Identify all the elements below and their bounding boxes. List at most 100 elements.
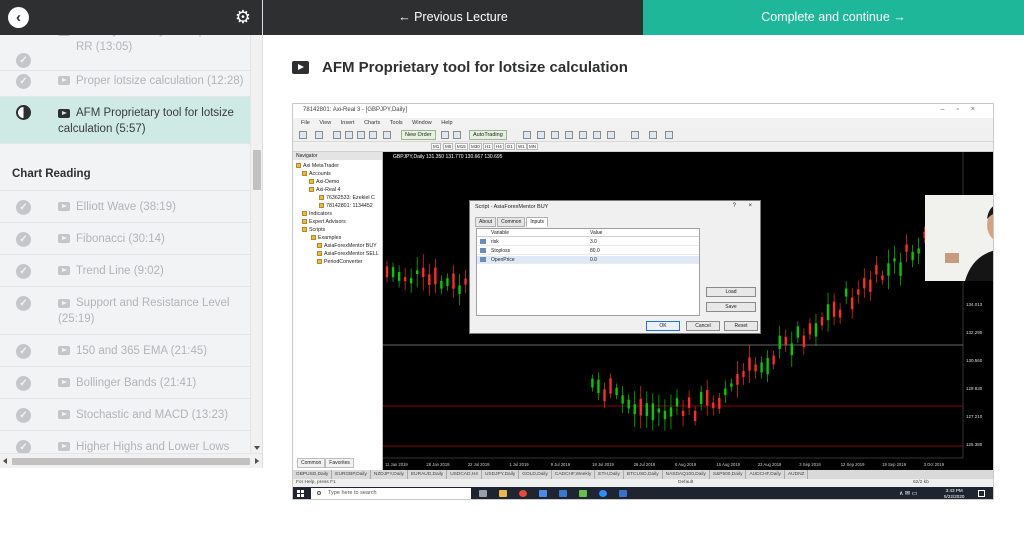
scroll-right-arrow-icon[interactable] [255, 458, 259, 464]
menu-view: View [319, 120, 332, 126]
date-label: 28 Jan 2019 [426, 462, 450, 467]
tab-inputs: Inputs [526, 217, 548, 227]
sidebar-item-ema[interactable]: ✓ 150 and 365 EMA (21:45) [0, 335, 250, 367]
toolbar-icon [357, 131, 365, 139]
date-label: 6 Aug 2019 [675, 462, 697, 467]
symbol-tab: AUDCHF,Daily [746, 470, 785, 479]
sidebar-item-bollinger[interactable]: ✓ Bollinger Bands (21:41) [0, 367, 250, 399]
zoom-icon [599, 490, 607, 497]
symbol-tab: AUDNZ [785, 470, 809, 479]
sidebar-item-proper-lotsize[interactable]: ✓ Proper lotsize calculation (12:28) [0, 65, 250, 97]
save-button: Save [706, 302, 756, 312]
navigator-panel: Navigator Axi MetaTrader Accounts Axi-De… [293, 152, 383, 470]
candle-body [615, 387, 618, 396]
candle-body [675, 398, 679, 407]
status-traffic: 62/2 kb [913, 480, 929, 485]
timeframe-d1: D1 [505, 143, 515, 150]
candle-body [736, 374, 739, 385]
candle-body [766, 357, 769, 375]
metatrader-titlebar: 78142801: Axi-Real 3 - [GBPJPY,Daily] –▫… [293, 104, 993, 118]
window-title: 78142801: Axi-Real 3 - [GBPJPY,Daily] [303, 107, 407, 113]
candle-body [440, 280, 443, 289]
sidebar-vertical-scrollbar[interactable] [250, 35, 262, 453]
previous-lecture-button[interactable]: ← Previous Lecture [263, 0, 643, 35]
candle-body [820, 317, 824, 326]
close-icon: × [748, 203, 752, 209]
sidebar-item-fibonacci[interactable]: ✓ Fibonacci (30:14) [0, 223, 250, 255]
folder-icon [302, 219, 307, 225]
candle-body [409, 278, 413, 284]
complete-label: Complete and continue [761, 10, 890, 24]
play-icon [58, 346, 70, 355]
sidebar-header: ‹ ⚙ [0, 0, 262, 35]
candle-body [645, 403, 648, 417]
scroll-left-arrow-icon[interactable] [3, 458, 7, 464]
sidebar-item-label: Tweak your Entry or Stoploss for RR (13:… [76, 35, 242, 53]
mail-icon [559, 490, 567, 497]
sidebar-item-stochastic-macd[interactable]: ✓ Stochastic and MACD (13:23) [0, 399, 250, 431]
file-explorer-icon [499, 490, 507, 497]
tab-common: Common [497, 217, 526, 227]
candle-body [669, 407, 673, 417]
sidebar-item-trend-line[interactable]: ✓ Trend Line (9:02) [0, 255, 250, 287]
sidebar-item-elliott-wave[interactable]: ✓ Elliott Wave (38:19) [0, 191, 250, 223]
candle-body [802, 335, 806, 348]
date-label: 3 Sep 2019 [799, 462, 821, 467]
sidebar-item-label: Elliott Wave (38:19) [76, 201, 176, 213]
scroll-down-arrow-icon[interactable] [254, 446, 260, 450]
toolbar-icon [333, 131, 341, 139]
toolbar-icon [551, 131, 559, 139]
timeframe-h1: H1 [483, 143, 493, 150]
sidebar-item-label: Bollinger Bands (21:41) [76, 377, 197, 389]
price-label: 125.380 [966, 442, 983, 447]
sidebar-item-label: Trend Line (9:02) [76, 265, 164, 277]
candle-body [832, 301, 836, 317]
candle-body [784, 336, 787, 345]
complete-and-continue-button[interactable]: Complete and continue → [643, 0, 1024, 35]
sidebar-item-support-resistance[interactable]: ✓ Support and Resistance Level (25:19) [0, 287, 250, 335]
table-row: risk 3.0 [477, 238, 699, 246]
candle-body [627, 399, 630, 409]
price-label: 128.830 [966, 386, 983, 391]
lecture-video[interactable]: 78142801: Axi-Real 3 - [GBPJPY,Daily] –▫… [292, 103, 994, 500]
candle-body [814, 323, 818, 337]
candle-body [790, 343, 793, 356]
dialog-tabs: About Common Inputs [475, 217, 549, 227]
navigator-row: Indicators [302, 211, 332, 217]
candle-body [869, 279, 872, 292]
candle-body [796, 326, 800, 338]
sidebar-item-higher-highs[interactable]: ✓ Higher Highs and Lower Lows [0, 431, 250, 453]
toolbar-icon [453, 131, 461, 139]
gear-icon[interactable]: ⚙ [233, 7, 253, 27]
toolbar-icon [345, 131, 353, 139]
candle-body [760, 362, 763, 373]
navigator-row: Axi MetaTrader [296, 163, 339, 169]
clock-date: 5/22/2020 [944, 493, 965, 499]
dropbox-icon [539, 490, 547, 497]
candle-body [838, 309, 842, 318]
table-header: Variable Value [477, 229, 699, 237]
toolbar-icon [523, 131, 531, 139]
symbol-tab: EURAUD,Daily [408, 470, 448, 479]
back-icon[interactable]: ‹ [8, 7, 29, 28]
toolbar-icon [593, 131, 601, 139]
sidebar-horizontal-scrollbar[interactable] [0, 453, 262, 468]
scrollbar-thumb[interactable] [12, 458, 250, 465]
metatrader-statusbar: For Help, press F1 Default 62/2 kb [293, 479, 993, 487]
navigator-row: 78142801: 1134452 [319, 203, 373, 209]
candle-body [911, 251, 914, 261]
play-icon [58, 234, 70, 243]
sidebar-item-label: Proper lotsize calculation (12:28) [76, 75, 244, 87]
candle-body [730, 383, 733, 387]
candle-body [681, 410, 685, 416]
scrollbar-thumb[interactable] [253, 150, 261, 190]
metatrader-toolbar: New Order AutoTrading [293, 128, 993, 142]
script-icon [317, 251, 322, 257]
folder-icon [309, 187, 314, 193]
navigator-tab-common: Common [297, 458, 326, 468]
navigator-row: 76362533: Ezekiel C [319, 195, 375, 201]
candle-body [724, 388, 727, 395]
timeframe-m1: M1 [431, 143, 442, 150]
sidebar-item-afm-tool-active[interactable]: AFM Proprietary tool for lotsize calcula… [0, 97, 250, 144]
date-label: 3 Oct 2019 [924, 462, 945, 467]
